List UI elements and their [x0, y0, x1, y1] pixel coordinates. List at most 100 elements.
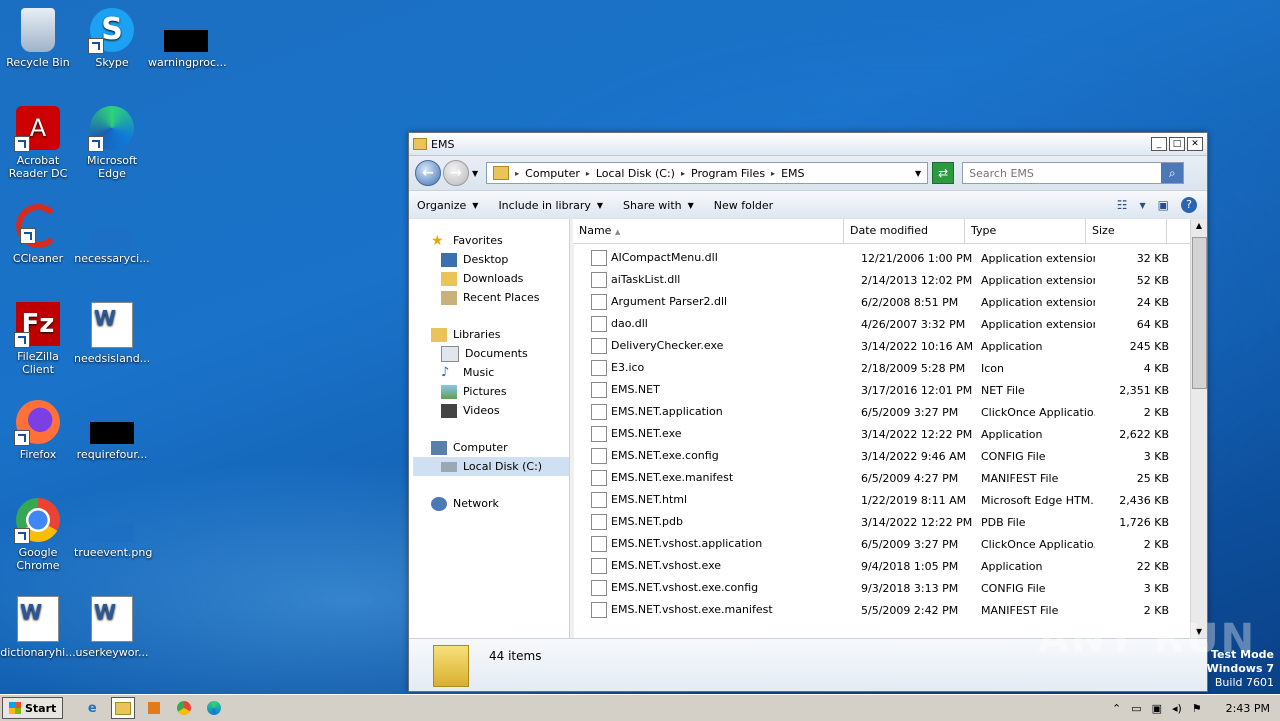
file-row[interactable]: EMS.NET.vshost.exe.config 9/3/2018 3:13 P… — [573, 577, 1191, 599]
file-name: EMS.NET — [611, 383, 660, 396]
scroll-up-arrow-icon[interactable]: ▲ — [1191, 219, 1207, 233]
internet-explorer-taskbar-icon[interactable]: e — [81, 698, 103, 718]
close-button[interactable]: ✕ — [1187, 137, 1203, 151]
desktop-icon-requirefour[interactable]: requirefour... — [74, 400, 150, 461]
view-options-icon[interactable]: ☷ — [1117, 198, 1128, 212]
file-row[interactable]: EMS.NET.pdb 3/14/2022 12:22 PM PDB File 1,7… — [573, 511, 1191, 533]
view-dropdown-icon[interactable]: ▼ — [1140, 201, 1146, 210]
breadcrumb-local-disk[interactable]: Local Disk (C:) — [586, 167, 675, 180]
nav-local-disk[interactable]: Local Disk (C:) — [413, 457, 569, 476]
chrome-taskbar-icon[interactable] — [173, 698, 195, 718]
explorer-taskbar-icon[interactable] — [111, 697, 136, 719]
file-icon — [591, 382, 607, 398]
show-hidden-icons-icon[interactable]: ⌃ — [1112, 702, 1121, 715]
nav-desktop[interactable]: Desktop — [413, 250, 569, 269]
nav-recent-places[interactable]: Recent Places — [413, 288, 569, 307]
breadcrumb-computer[interactable]: Computer — [515, 167, 580, 180]
desktop-icon-edge[interactable]: Microsoft Edge — [74, 106, 150, 180]
file-row[interactable]: dao.dll 4/26/2007 3:32 PM Application exte… — [573, 313, 1191, 335]
include-in-library-menu[interactable]: Include in library ▼ — [498, 199, 603, 212]
start-button[interactable]: Start — [2, 697, 64, 719]
file-row[interactable]: EMS.NET.vshost.application 6/5/2009 3:27 … — [573, 533, 1191, 555]
desktop-icon-label: CCleaner — [12, 252, 64, 265]
new-folder-button[interactable]: New folder — [714, 199, 773, 212]
network-icon[interactable]: ▣ — [1152, 702, 1162, 715]
file-icon — [591, 272, 607, 288]
title-bar[interactable]: EMS _ □ ✕ — [409, 133, 1207, 156]
search-box[interactable]: ⌕ — [962, 162, 1185, 184]
keyboard-icon[interactable]: ▭ — [1131, 702, 1141, 715]
nav-downloads[interactable]: Downloads — [413, 269, 569, 288]
nav-videos[interactable]: Videos — [413, 401, 569, 420]
watermark-line: Windows 7 — [1206, 662, 1274, 675]
acrobat-icon: A — [14, 106, 60, 152]
desktop-icon-userkeywor[interactable]: W userkeywor... — [74, 596, 150, 659]
maximize-button[interactable]: □ — [1169, 137, 1185, 151]
action-center-flag-icon[interactable]: ⚑ — [1192, 702, 1202, 715]
file-row[interactable]: AICompactMenu.dll 12/21/2006 1:00 PM Appli… — [573, 247, 1191, 269]
address-bar[interactable]: Computer Local Disk (C:) Program Files E… — [486, 162, 929, 184]
file-date: 5/5/2009 2:42 PM — [861, 603, 959, 617]
back-button[interactable]: ← — [415, 160, 441, 186]
desktop-icon-needsisland[interactable]: W needsisland... — [74, 302, 150, 365]
nav-music[interactable]: ♪ Music — [413, 363, 569, 382]
desktop-icon-skype[interactable]: S Skype — [74, 8, 150, 69]
file-row[interactable]: EMS.NET.html 1/22/2019 8:11 AM Microsoft E… — [573, 489, 1191, 511]
desktop-icon-ccleaner[interactable]: CCleaner — [0, 204, 76, 265]
nav-pictures[interactable]: Pictures — [413, 382, 569, 401]
desktop-icon-acrobat[interactable]: A Acrobat Reader DC — [0, 106, 76, 180]
desktop-icon-firefox[interactable]: Firefox — [0, 400, 76, 461]
edge-taskbar-icon[interactable] — [203, 698, 225, 718]
column-header-type[interactable]: Type — [965, 219, 1086, 243]
desktop-icon-warningproc[interactable]: warningproc... — [148, 8, 227, 69]
file-row[interactable]: EMS.NET.exe 3/14/2022 12:22 PM Application… — [573, 423, 1191, 445]
column-header-name[interactable]: Name ▲ — [573, 219, 844, 243]
column-header-size[interactable]: Size — [1086, 219, 1167, 243]
organize-menu[interactable]: Organize ▼ — [417, 199, 478, 212]
desktop-icon-filezilla[interactable]: Fz FileZilla Client — [0, 302, 76, 376]
nav-computer[interactable]: Computer — [413, 438, 569, 457]
recent-locations-chevron-icon[interactable]: ▼ — [472, 169, 478, 178]
desktop-icon-chrome[interactable]: Google Chrome — [0, 498, 76, 572]
share-with-menu[interactable]: Share with ▼ — [623, 199, 694, 212]
nav-libraries[interactable]: Libraries — [413, 325, 569, 344]
nav-network[interactable]: Network — [413, 494, 569, 513]
desktop-icon-recycle-bin[interactable]: Recycle Bin — [0, 8, 76, 69]
file-row[interactable]: EMS.NET.exe.config 3/14/2022 9:46 AM CONFI… — [573, 445, 1191, 467]
file-date: 3/14/2022 10:16 AM — [861, 339, 974, 353]
search-input[interactable] — [963, 165, 1162, 181]
scrollbar-thumb[interactable] — [1192, 237, 1207, 389]
file-icon — [591, 404, 607, 420]
file-name-cell: E3.ico — [573, 360, 855, 376]
file-row[interactable]: EMS.NET.application 6/5/2009 3:27 PM Click… — [573, 401, 1191, 423]
file-name-cell: EMS.NET.html — [573, 492, 855, 508]
file-row[interactable]: DeliveryChecker.exe 3/14/2022 10:16 AM App… — [573, 335, 1191, 357]
clock[interactable]: 2:43 PM — [1226, 702, 1270, 715]
preview-pane-icon[interactable]: ▣ — [1158, 198, 1169, 212]
pictures-icon — [441, 384, 457, 399]
file-icon — [591, 580, 607, 596]
search-icon[interactable]: ⌕ — [1161, 163, 1184, 183]
refresh-button[interactable]: ⇄ — [932, 162, 955, 184]
column-header-date[interactable]: Date modified — [844, 219, 965, 243]
file-row[interactable]: E3.ico 2/18/2009 5:28 PM Icon 4 KB — [573, 357, 1191, 379]
file-row[interactable]: EMS.NET.vshost.exe 9/4/2018 1:05 PM Applic… — [573, 555, 1191, 577]
file-row[interactable]: EMS.NET 3/17/2016 12:01 PM NET File 2,351 K… — [573, 379, 1191, 401]
forward-button[interactable]: → — [443, 160, 469, 186]
desktop-icon-trueevent[interactable]: trueevent.png — [74, 498, 152, 559]
file-row[interactable]: Argument Parser2.dll 6/2/2008 8:51 PM Appl… — [573, 291, 1191, 313]
nav-documents[interactable]: Documents — [413, 344, 569, 363]
nav-favorites[interactable]: ★ Favorites — [413, 231, 569, 250]
vertical-scrollbar[interactable]: ▲ ▼ — [1190, 219, 1207, 639]
file-row[interactable]: aiTaskList.dll 2/14/2013 12:02 PM Applicat… — [573, 269, 1191, 291]
file-row[interactable]: EMS.NET.exe.manifest 6/5/2009 4:27 PM MANI… — [573, 467, 1191, 489]
address-dropdown-icon[interactable]: ▼ — [915, 169, 921, 178]
breadcrumb-ems[interactable]: EMS — [771, 167, 804, 180]
desktop-icon-necessaryci[interactable]: necessaryci... — [74, 204, 150, 265]
media-player-taskbar-icon[interactable] — [143, 698, 165, 718]
desktop-icon-dictionaryhi[interactable]: W dictionaryhi... — [0, 596, 76, 659]
volume-icon[interactable]: ◂) — [1172, 702, 1182, 715]
help-icon[interactable]: ? — [1181, 197, 1197, 213]
breadcrumb-program-files[interactable]: Program Files — [681, 167, 765, 180]
minimize-button[interactable]: _ — [1151, 137, 1167, 151]
